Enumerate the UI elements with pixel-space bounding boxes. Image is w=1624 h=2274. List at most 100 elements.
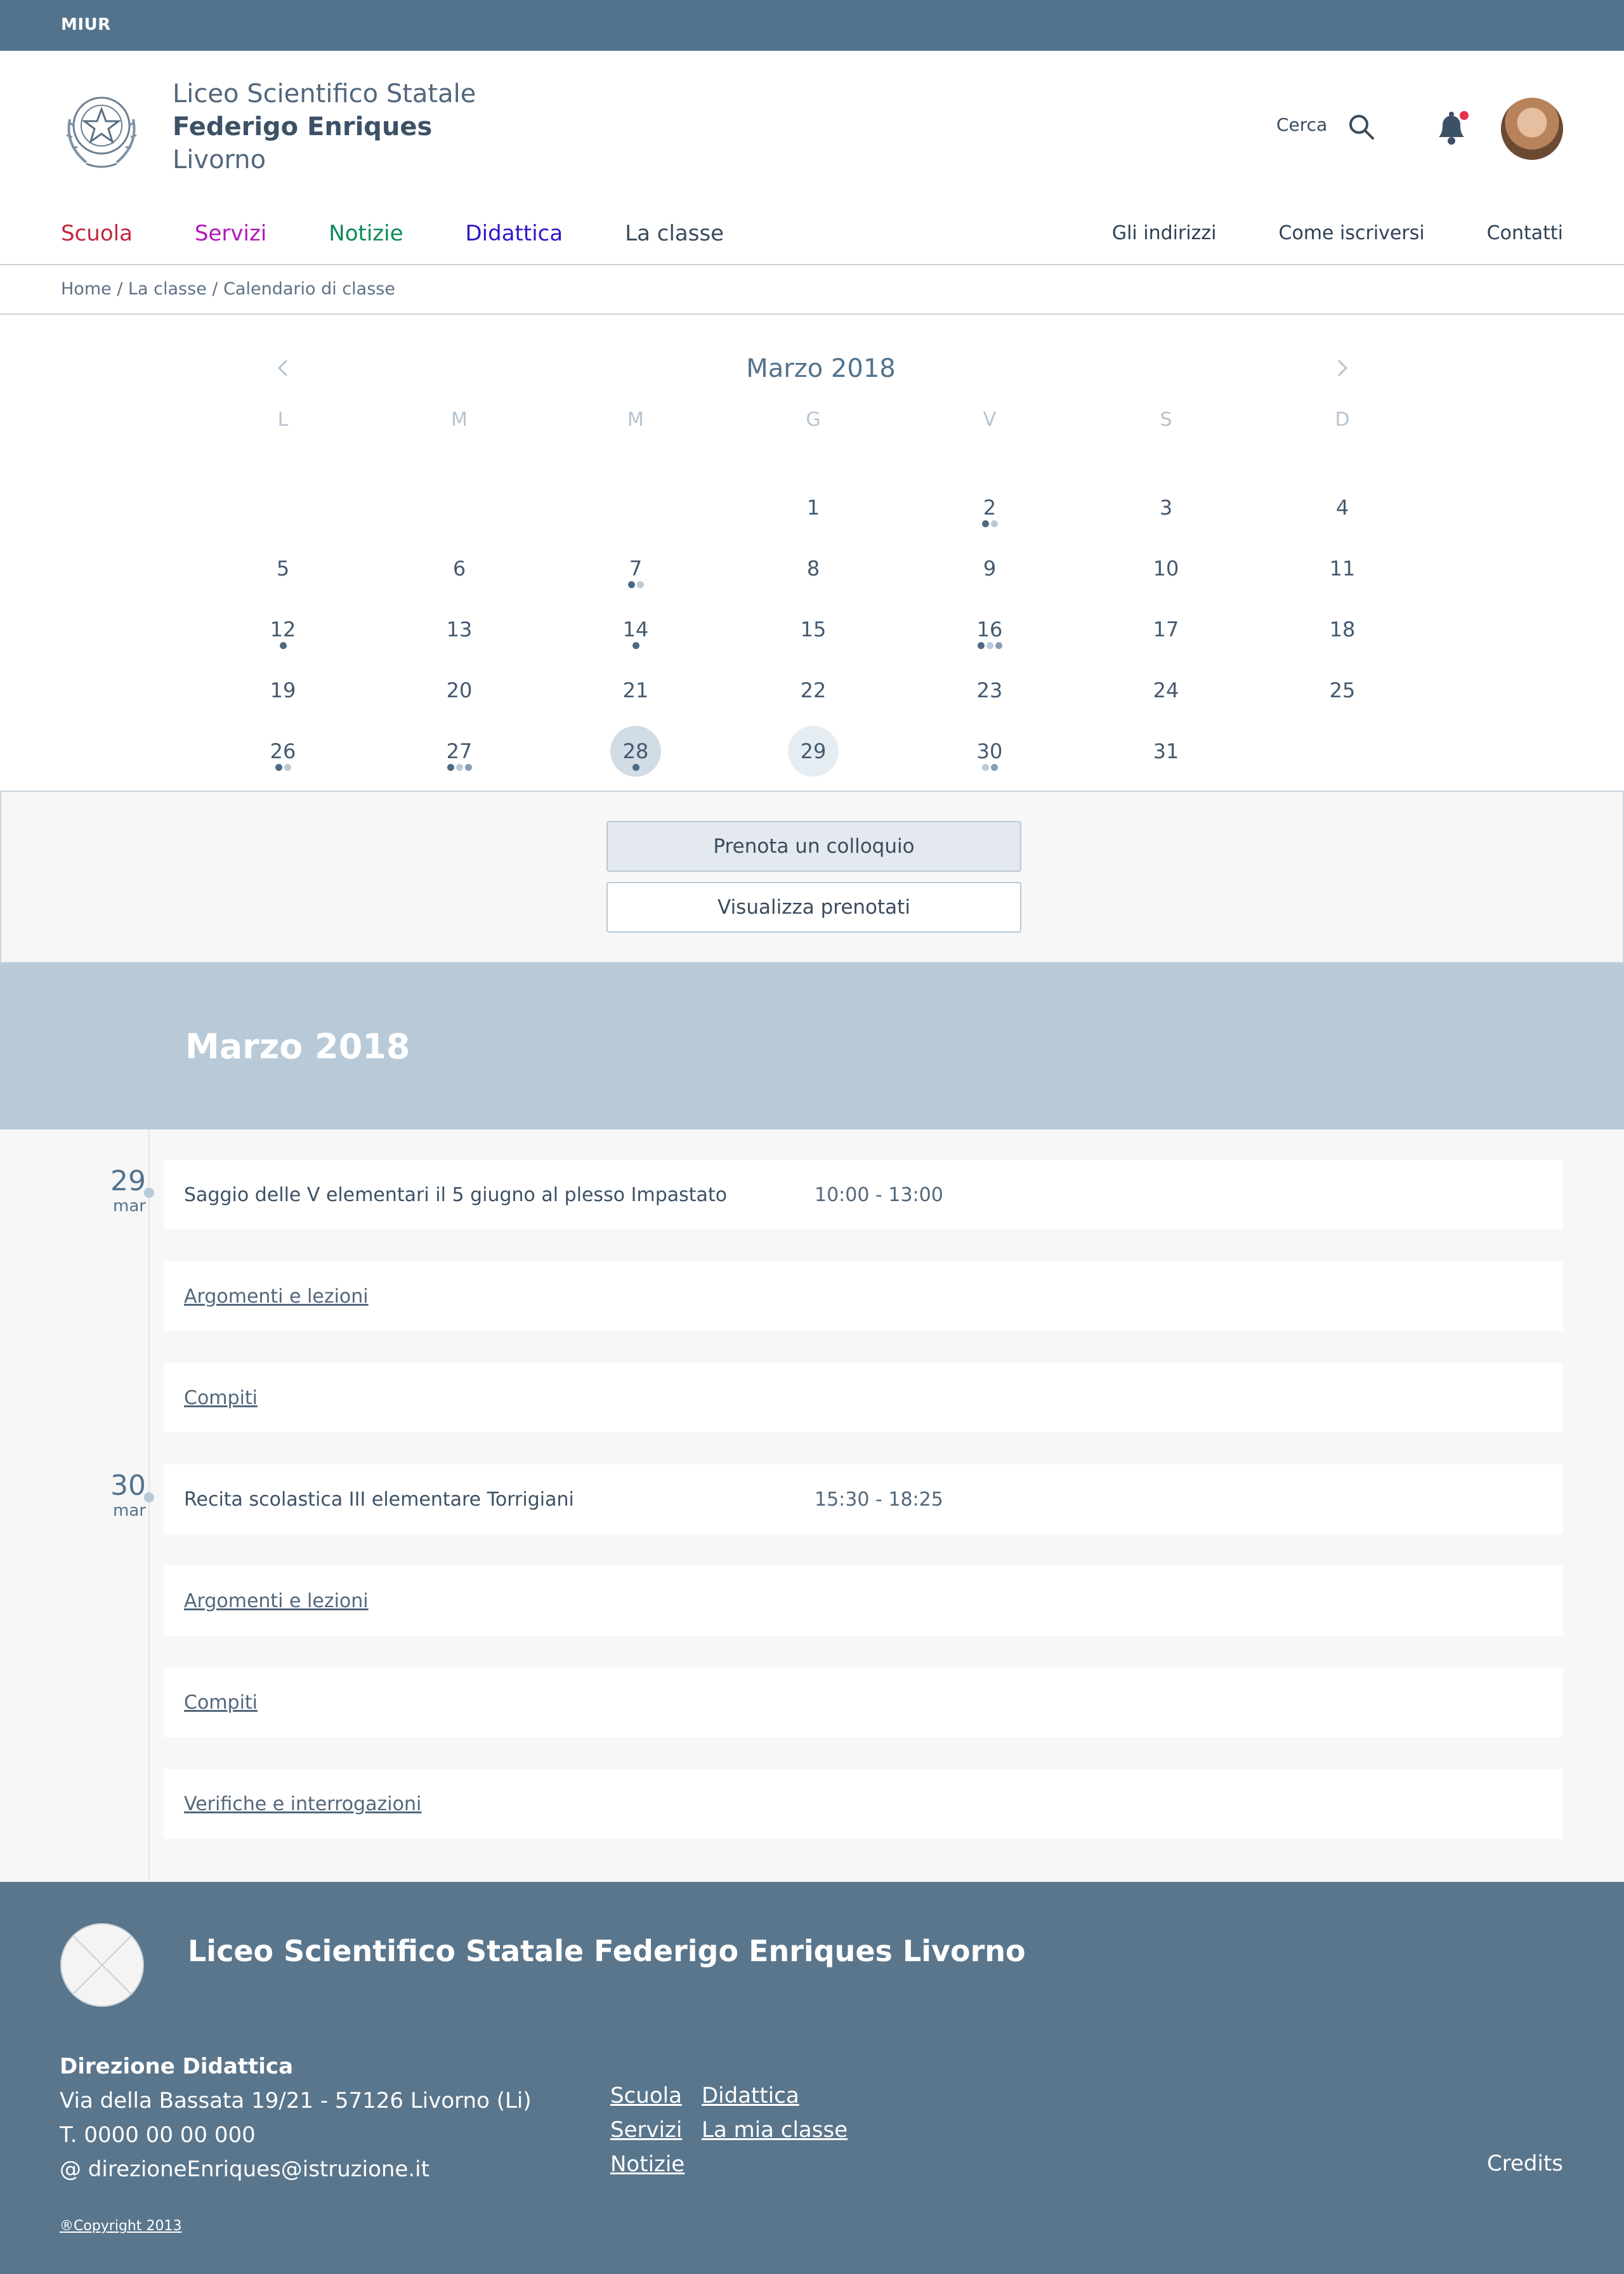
nav-item-notizie[interactable]: Notizie <box>329 221 403 246</box>
top-bar: MIUR <box>0 0 1624 51</box>
copyright[interactable]: ®Copyright 2013 <box>60 2218 181 2234</box>
agenda-month-banner: Marzo 2018 <box>0 963 1624 1129</box>
nav-item-didattica[interactable]: Didattica <box>466 221 563 246</box>
calendar-day-number: 19 <box>270 678 296 702</box>
calendar-day-number: 5 <box>276 556 290 581</box>
nav-item-servizi[interactable]: Servizi <box>195 221 266 246</box>
footer-link-didattica[interactable]: Didattica <box>702 2079 848 2113</box>
calendar-day-5[interactable]: 5 <box>258 543 308 594</box>
calendar-day-number: 23 <box>976 678 1003 702</box>
calendar-day-4[interactable]: 4 <box>1317 482 1368 533</box>
chevron-right-icon[interactable] <box>1331 354 1354 382</box>
calendar-day-6[interactable]: 6 <box>434 543 485 594</box>
homework-link[interactable]: Compiti <box>184 1692 258 1714</box>
breadcrumb[interactable]: Home / La classe / Calendario di classe <box>61 279 395 299</box>
calendar-day-17[interactable]: 17 <box>1141 604 1191 655</box>
event-indicator <box>964 764 1015 771</box>
user-avatar[interactable] <box>1501 98 1563 160</box>
calendar-day-21[interactable]: 21 <box>610 665 661 716</box>
school-name[interactable]: Liceo Scientifico Statale Federigo Enriq… <box>173 77 476 176</box>
credits-link[interactable]: Credits <box>1487 2151 1563 2176</box>
topics-lessons-link[interactable]: Argomenti e lezioni <box>184 1590 369 1612</box>
nav-item-contatti[interactable]: Contatti <box>1487 222 1563 244</box>
calendar-day-30[interactable]: 30 <box>964 726 1015 777</box>
event-dot <box>632 764 639 771</box>
calendar-day-11[interactable]: 11 <box>1317 543 1368 594</box>
calendar-day-number: 22 <box>800 678 827 702</box>
calendar-day-31[interactable]: 31 <box>1141 726 1191 777</box>
site-footer: Liceo Scientifico Statale Federigo Enriq… <box>0 1882 1624 2274</box>
calendar-day-number: 8 <box>806 556 820 581</box>
event-dot <box>455 764 463 771</box>
calendar-day-29[interactable]: 29 <box>788 726 839 777</box>
event-time: 15:30 - 18:25 <box>815 1489 943 1511</box>
calendar-day-15[interactable]: 15 <box>788 604 839 655</box>
calendar-day-28[interactable]: 28 <box>610 726 661 777</box>
calendar-day-number: 17 <box>1153 617 1179 641</box>
calendar-day-14[interactable]: 14 <box>610 604 661 655</box>
homework-link[interactable]: Compiti <box>184 1387 258 1409</box>
school-type: Liceo Scientifico Statale <box>173 79 476 108</box>
weekday-label: M <box>627 409 644 431</box>
school-title: Federigo Enriques <box>173 112 433 141</box>
view-bookings-button[interactable]: Visualizza prenotati <box>606 882 1021 933</box>
calendar-day-18[interactable]: 18 <box>1317 604 1368 655</box>
weekday-label: G <box>806 409 821 431</box>
event-card[interactable]: Recita scolastica III elementare Torrigi… <box>164 1464 1563 1534</box>
miur-link[interactable]: MIUR <box>61 15 111 34</box>
calendar-day-22[interactable]: 22 <box>788 665 839 716</box>
calendar-day-26[interactable]: 26 <box>258 726 308 777</box>
book-meeting-button[interactable]: Prenota un colloquio <box>606 821 1021 872</box>
footer-link-scuola[interactable]: Scuola <box>610 2079 684 2113</box>
calendar-day-13[interactable]: 13 <box>434 604 485 655</box>
event-title: Recita scolastica III elementare Torrigi… <box>184 1489 574 1511</box>
event-dot <box>447 764 454 771</box>
event-time: 10:00 - 13:00 <box>815 1184 943 1206</box>
calendar-day-1[interactable]: 1 <box>788 482 839 533</box>
search-icon[interactable] <box>1346 112 1377 142</box>
event-dot <box>981 764 989 771</box>
calendar-day-10[interactable]: 10 <box>1141 543 1191 594</box>
event-dot <box>977 642 985 649</box>
footer-link-la-mia-classe[interactable]: La mia classe <box>702 2113 848 2147</box>
topics-lessons-link[interactable]: Argomenti e lezioni <box>184 1285 369 1308</box>
event-dot <box>986 642 993 649</box>
event-dot <box>284 764 291 771</box>
nav-item-gli-indirizzi[interactable]: Gli indirizzi <box>1112 222 1217 244</box>
footer-link-servizi[interactable]: Servizi <box>610 2113 684 2147</box>
calendar-day-number: 11 <box>1329 556 1356 581</box>
timeline-dot <box>144 1188 154 1198</box>
event-dot <box>981 520 989 527</box>
calendar-day-number: 31 <box>1153 739 1179 763</box>
calendar-day-2[interactable]: 2 <box>964 482 1015 533</box>
address-phone: T. 0000 00 00 000 <box>60 2122 256 2148</box>
calendar-day-8[interactable]: 8 <box>788 543 839 594</box>
calendar-day-7[interactable]: 7 <box>610 543 661 594</box>
search-label[interactable]: Cerca <box>1276 114 1327 135</box>
event-dot <box>990 764 998 771</box>
address-email[interactable]: @ direzioneEnriques@istruzione.it <box>60 2152 532 2186</box>
calendar-day-16[interactable]: 16 <box>964 604 1015 655</box>
bell-icon[interactable] <box>1432 108 1470 148</box>
calendar-day-3[interactable]: 3 <box>1141 482 1191 533</box>
calendar-day-20[interactable]: 20 <box>434 665 485 716</box>
event-indicator <box>258 642 308 649</box>
event-card[interactable]: Saggio delle V elementari il 5 giugno al… <box>164 1160 1563 1230</box>
calendar-day-24[interactable]: 24 <box>1141 665 1191 716</box>
nav-item-come-iscriversi[interactable]: Come iscriversi <box>1279 222 1425 244</box>
footer-link-notizie[interactable]: Notizie <box>610 2147 684 2181</box>
calendar-day-9[interactable]: 9 <box>964 543 1015 594</box>
event-dot <box>279 642 287 649</box>
calendar-day-27[interactable]: 27 <box>434 726 485 777</box>
agenda-link-card: Compiti <box>164 1667 1563 1737</box>
tests-link[interactable]: Verifiche e interrogazioni <box>184 1793 421 1815</box>
main-nav: Scuola Servizi Notizie Didattica La clas… <box>61 221 786 246</box>
nav-item-la-classe[interactable]: La classe <box>625 221 724 246</box>
calendar-day-12[interactable]: 12 <box>258 604 308 655</box>
calendar-day-23[interactable]: 23 <box>964 665 1015 716</box>
nav-item-scuola[interactable]: Scuola <box>61 221 133 246</box>
calendar-day-25[interactable]: 25 <box>1317 665 1368 716</box>
address-heading: Direzione Didattica <box>60 2054 294 2079</box>
footer-links-col1: Scuola Servizi Notizie <box>610 2079 684 2181</box>
calendar-day-19[interactable]: 19 <box>258 665 308 716</box>
